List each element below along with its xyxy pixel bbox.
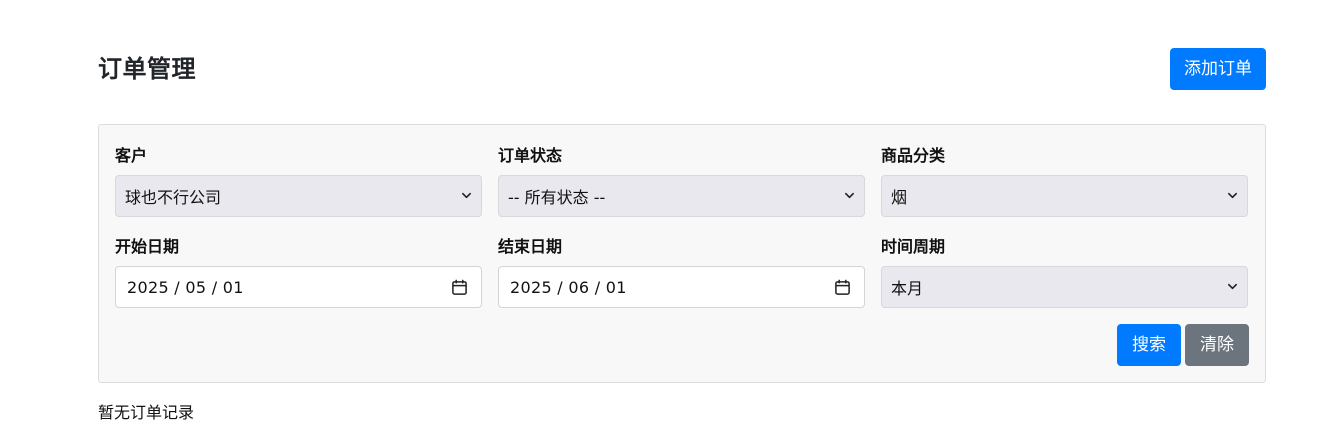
customer-value: 球也不行公司 <box>125 188 222 207</box>
page-header: 订单管理 添加订单 <box>98 48 1266 90</box>
calendar-icon[interactable] <box>451 279 468 296</box>
period-filter: 时间周期 本月 <box>881 236 1248 308</box>
period-value: 本月 <box>891 279 924 298</box>
period-select[interactable]: 本月 <box>881 266 1248 308</box>
customer-select[interactable]: 球也不行公司 <box>115 175 482 217</box>
category-value: 烟 <box>891 188 908 207</box>
category-select[interactable]: 烟 <box>881 175 1248 217</box>
add-order-button[interactable]: 添加订单 <box>1170 48 1266 90</box>
clear-button[interactable]: 清除 <box>1185 324 1249 366</box>
category-filter: 商品分类 烟 <box>881 145 1248 217</box>
chevron-down-icon <box>845 192 854 199</box>
order-management-page: 订单管理 添加订单 客户 球也不行公司 订单状态 -- 所有状态 -- 商品分类 <box>0 0 1336 435</box>
empty-state-message: 暂无订单记录 <box>98 403 195 422</box>
status-select[interactable]: -- 所有状态 -- <box>498 175 865 217</box>
start-date-value: 2025 / 05 / 01 <box>127 277 244 297</box>
end-date-input[interactable]: 2025 / 06 / 01 <box>498 266 865 308</box>
period-label: 时间周期 <box>881 237 946 256</box>
filter-panel: 客户 球也不行公司 订单状态 -- 所有状态 -- 商品分类 烟 开始日期 20… <box>98 124 1266 383</box>
chevron-down-icon <box>1228 192 1237 199</box>
chevron-down-icon <box>1228 283 1237 290</box>
start-date-label: 开始日期 <box>115 237 180 256</box>
category-label: 商品分类 <box>881 146 946 165</box>
chevron-down-icon <box>462 192 471 199</box>
status-filter: 订单状态 -- 所有状态 -- <box>498 145 865 217</box>
start-date-input[interactable]: 2025 / 05 / 01 <box>115 266 482 308</box>
status-label: 订单状态 <box>498 146 563 165</box>
status-value: -- 所有状态 -- <box>508 188 606 207</box>
page-title: 订单管理 <box>98 55 196 83</box>
calendar-icon[interactable] <box>834 279 851 296</box>
end-date-label: 结束日期 <box>498 237 563 256</box>
filter-actions: 搜索 清除 <box>1117 324 1249 366</box>
start-date-filter: 开始日期 2025 / 05 / 01 <box>115 236 482 308</box>
end-date-value: 2025 / 06 / 01 <box>510 277 627 297</box>
customer-label: 客户 <box>115 146 148 165</box>
search-button[interactable]: 搜索 <box>1117 324 1181 366</box>
end-date-filter: 结束日期 2025 / 06 / 01 <box>498 236 865 308</box>
customer-filter: 客户 球也不行公司 <box>115 145 482 217</box>
